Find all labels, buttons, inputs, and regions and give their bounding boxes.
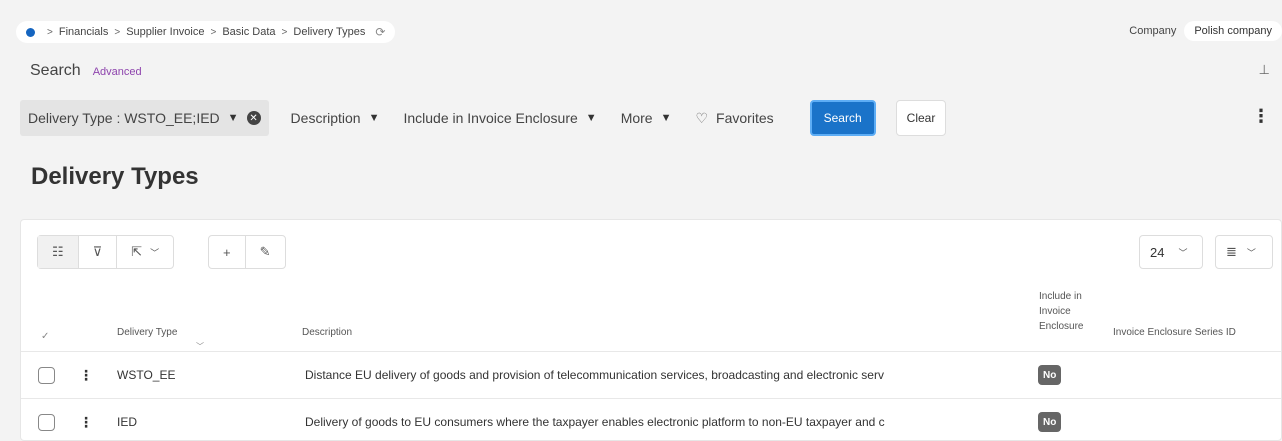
filter-label: More — [620, 110, 653, 126]
chevron-right-icon: > — [47, 26, 53, 38]
clear-button[interactable]: Clear — [895, 100, 947, 136]
search-header: Search Advanced — [30, 62, 142, 80]
page-size-select[interactable]: 24 ﹀ — [1139, 235, 1203, 269]
include-enclosure-filter-dropdown[interactable]: Include in Invoice Enclosure ▼ — [403, 110, 596, 126]
company-context: Company Polish company — [1129, 21, 1282, 41]
cell-delivery-type: IED — [117, 415, 138, 429]
breadcrumb-item-basic-data[interactable]: Basic Data — [222, 26, 275, 38]
cell-delivery-type: WSTO_EE — [117, 368, 176, 382]
table-row[interactable]: ⋮ WSTO_EE Distance EU delivery of goods … — [21, 351, 1281, 398]
filter-icon[interactable]: ⊽ — [79, 236, 118, 268]
delivery-type-filter-chip[interactable]: Delivery Type : WSTO_EE;IED ▼ ✕ — [20, 100, 269, 136]
breadcrumb-item-delivery-types: Delivery Types — [293, 26, 366, 38]
company-selector[interactable]: Polish company — [1184, 21, 1282, 41]
page-title: Delivery Types — [31, 163, 199, 190]
chevron-down-icon: ﹀ — [150, 247, 160, 258]
status-badge: No — [1038, 365, 1062, 385]
pin-icon[interactable]: ⊥ — [1259, 62, 1270, 78]
edit-icon[interactable]: ✎ — [246, 236, 285, 268]
density-select[interactable]: ≣ ﹀ — [1215, 235, 1273, 269]
search-button[interactable]: Search — [809, 100, 876, 136]
breadcrumb: > Financials > Supplier Invoice > Basic … — [16, 21, 396, 43]
filter-label: Include in Invoice Enclosure — [403, 110, 578, 126]
filter-chip-label: Delivery Type : WSTO_EE;IED — [28, 110, 220, 126]
list-view-icon[interactable]: ☷ — [38, 236, 79, 268]
chevron-right-icon: > — [210, 26, 217, 38]
chevron-down-icon: ﹀ — [1246, 247, 1256, 258]
column-header-delivery-type[interactable]: Delivery Type — [117, 327, 177, 338]
heart-icon: ♡ — [695, 109, 709, 126]
column-header-description[interactable]: Description — [302, 327, 352, 338]
add-icon[interactable]: + — [209, 236, 246, 268]
select-all-checkbox[interactable]: ✓ — [41, 331, 49, 342]
page-size-value: 24 — [1150, 244, 1165, 260]
table-card: ☷ ⊽ ⇱ ﹀ + ✎ 24 ﹀ ≣ ﹀ ✓ Delivery Type ﹀ De… — [20, 219, 1282, 441]
caret-down-icon[interactable]: ▼ — [228, 112, 239, 124]
breadcrumb-item-financials[interactable]: Financials — [59, 26, 109, 38]
caret-down-icon: ▼ — [585, 112, 597, 124]
chevron-right-icon: > — [114, 26, 121, 38]
search-title: Search — [30, 62, 81, 79]
export-icon[interactable]: ⇱ ﹀ — [117, 236, 173, 268]
column-header-include-enclosure[interactable]: Include in Invoice Enclosure — [1039, 289, 1099, 334]
favorites-label: Favorites — [716, 110, 774, 126]
row-menu-icon[interactable]: ⋮ — [79, 367, 93, 384]
more-filters-dropdown[interactable]: More ▼ — [621, 110, 672, 126]
list-toolbar-group: ☷ ⊽ ⇱ ﹀ — [37, 235, 175, 269]
table-row[interactable]: ⋮ IED Delivery of goods to EU consumers … — [21, 398, 1281, 441]
row-checkbox[interactable] — [38, 366, 55, 384]
filter-bar: Delivery Type : WSTO_EE;IED ▼ ✕ Descript… — [20, 98, 1282, 138]
company-label: Company — [1129, 25, 1177, 37]
home-icon[interactable] — [26, 27, 35, 37]
row-checkbox[interactable] — [38, 413, 55, 431]
cell-description: Distance EU delivery of goods and provis… — [305, 368, 884, 382]
caret-down-icon: ▼ — [368, 112, 380, 124]
close-icon[interactable]: ✕ — [246, 111, 261, 125]
chevron-right-icon: > — [281, 26, 288, 38]
row-menu-icon[interactable]: ⋮ — [79, 414, 93, 431]
breadcrumb-bar: > Financials > Supplier Invoice > Basic … — [16, 14, 1282, 50]
refresh-icon[interactable]: ⟳ — [375, 25, 385, 39]
density-icon: ≣ — [1226, 244, 1237, 259]
breadcrumb-item-supplier-invoice[interactable]: Supplier Invoice — [126, 26, 204, 38]
caret-down-icon: ▼ — [660, 112, 672, 124]
advanced-search-link[interactable]: Advanced — [93, 66, 142, 78]
status-badge: No — [1038, 412, 1062, 432]
chevron-down-icon: ﹀ — [1178, 247, 1188, 258]
filter-label: Description — [290, 110, 361, 126]
more-options-icon[interactable]: ⋮ — [1252, 106, 1270, 127]
description-filter-dropdown[interactable]: Description ▼ — [291, 110, 380, 126]
edit-toolbar-group: + ✎ — [208, 235, 286, 269]
cell-description: Delivery of goods to EU consumers where … — [305, 415, 885, 429]
column-header-series-id[interactable]: Invoice Enclosure Series ID — [1113, 327, 1236, 338]
favorites-button[interactable]: ♡ Favorites — [695, 110, 773, 127]
